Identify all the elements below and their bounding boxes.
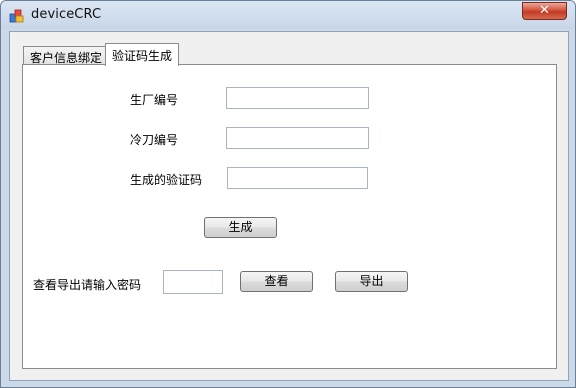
password-input[interactable] xyxy=(163,270,223,294)
close-button[interactable]: ✕ xyxy=(522,2,567,20)
generated-code-label: 生成的验证码 xyxy=(130,173,203,187)
generate-button[interactable]: 生成 xyxy=(204,217,277,238)
tab-code-generation[interactable]: 验证码生成 xyxy=(105,43,180,66)
manufacturer-number-input[interactable] xyxy=(226,87,369,109)
close-icon: ✕ xyxy=(539,3,550,18)
window-title: deviceCRC xyxy=(31,7,102,22)
app-window: deviceCRC ✕ 客户信息绑定 验证码生成 生厂编号 冷刀编号 生成的验证… xyxy=(0,0,576,388)
export-button[interactable]: 导出 xyxy=(335,271,408,292)
tab-label: 客户信息绑定 xyxy=(30,51,103,65)
client-area: 客户信息绑定 验证码生成 生厂编号 冷刀编号 生成的验证码 生成 查看导出请输入… xyxy=(9,31,569,381)
app-icon xyxy=(9,9,24,23)
manufacturer-number-label: 生厂编号 xyxy=(130,93,179,107)
title-bar[interactable]: deviceCRC ✕ xyxy=(1,1,575,29)
password-label: 查看导出请输入密码 xyxy=(33,278,142,292)
generated-code-field[interactable] xyxy=(227,167,368,189)
blade-number-label: 冷刀编号 xyxy=(130,133,179,147)
tab-customer-binding[interactable]: 客户信息绑定 xyxy=(23,46,110,65)
tab-label: 验证码生成 xyxy=(112,49,173,63)
view-button[interactable]: 查看 xyxy=(240,271,313,292)
blade-number-input[interactable] xyxy=(226,127,369,149)
tab-panel: 生厂编号 冷刀编号 生成的验证码 生成 查看导出请输入密码 查看 导出 xyxy=(22,64,557,369)
